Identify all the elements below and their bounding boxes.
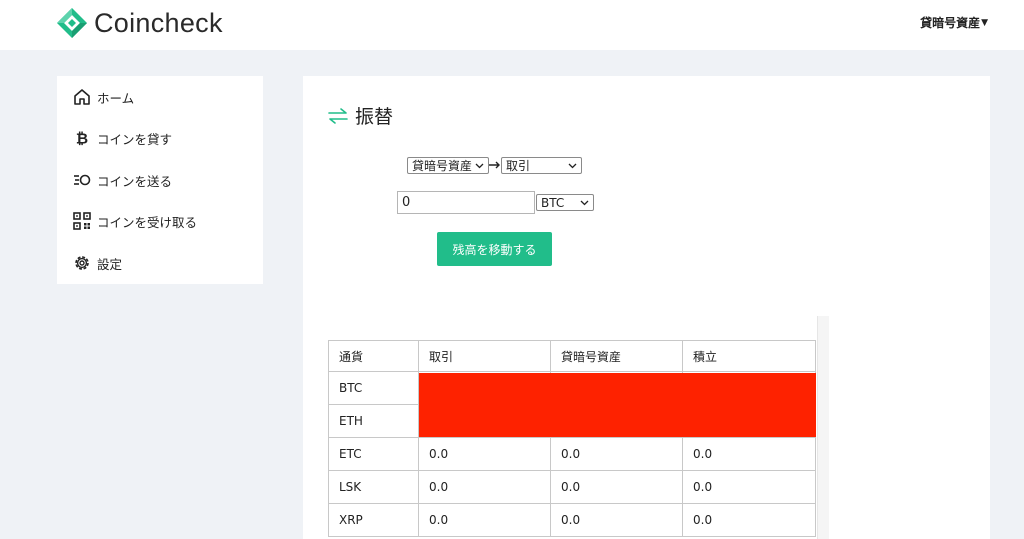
table-cell: LSK xyxy=(328,470,419,504)
column-header-trading: 取引 xyxy=(418,340,551,372)
send-icon xyxy=(72,170,92,190)
column-header-currency: 通貨 xyxy=(328,340,419,372)
arrow-right-icon xyxy=(489,161,500,169)
sidebar-item-lend[interactable]: ₿ コインを貸す xyxy=(72,126,172,150)
table-cell: 0.0 xyxy=(550,503,683,537)
column-header-lending: 貸暗号資産 xyxy=(550,340,683,372)
table-cell: 0.0 xyxy=(682,470,816,504)
sidebar-item-home[interactable]: ホーム xyxy=(72,85,134,109)
qr-code-icon xyxy=(72,211,92,231)
table-cell: 0.0 xyxy=(418,470,551,504)
table-row: LSK 0.0 0.0 0.0 xyxy=(328,470,816,504)
to-account-value: 取引 xyxy=(506,159,531,173)
chevron-down-icon xyxy=(580,200,589,206)
coincheck-logo[interactable]: Coincheck xyxy=(56,7,223,39)
move-balance-button[interactable]: 残高を移動する xyxy=(437,232,552,266)
sidebar-item-receive[interactable]: コインを受け取る xyxy=(72,209,197,233)
currency-select[interactable]: BTC xyxy=(536,194,594,211)
table-cell: ETH xyxy=(328,404,419,438)
coincheck-diamond-icon xyxy=(57,8,87,38)
table-cell: 0.0 xyxy=(550,437,683,471)
chevron-down-icon xyxy=(475,163,484,169)
redaction-overlay xyxy=(419,373,816,437)
table-cell: 0.0 xyxy=(682,503,816,537)
currency-value: BTC xyxy=(541,195,565,210)
logo-text: Coincheck xyxy=(94,7,223,38)
sidebar-item-label: ホーム xyxy=(97,90,135,106)
column-header-savings: 積立 xyxy=(682,340,816,372)
table-cell: 0.0 xyxy=(418,437,551,471)
home-icon xyxy=(72,87,92,107)
sidebar-item-label: コインを貸す xyxy=(97,131,173,147)
top-bar: Coincheck 貸暗号資産 ▼ xyxy=(0,0,1024,50)
from-account-value: 貸暗号資産 xyxy=(412,159,473,173)
balance-table: 通貨 取引 貸暗号資産 積立 BTC ETH ETC 0.0 0.0 0.0 L… xyxy=(328,340,816,537)
gear-icon xyxy=(72,253,92,273)
chevron-down-icon xyxy=(568,163,577,169)
bitcoin-icon: ₿ xyxy=(72,128,92,148)
table-cell: BTC xyxy=(328,371,419,405)
amount-input[interactable] xyxy=(397,191,535,214)
table-cell: 0.0 xyxy=(418,503,551,537)
sidebar-item-send[interactable]: コインを送る xyxy=(72,168,172,192)
sidebar-item-label: コインを送る xyxy=(97,173,173,189)
table-cell: XRP xyxy=(328,503,419,537)
table-header-row: 通貨 取引 貸暗号資産 積立 xyxy=(328,340,816,372)
to-account-select[interactable]: 取引 xyxy=(501,157,582,174)
table-row: XRP 0.0 0.0 0.0 xyxy=(328,503,816,537)
table-cell: 0.0 xyxy=(550,470,683,504)
sidebar: ホーム ₿ コインを貸す コインを送る コインを受け取る 設定 xyxy=(57,76,263,284)
table-cell: 0.0 xyxy=(682,437,816,471)
svg-text:₿: ₿ xyxy=(76,130,88,148)
page-title: 振替 xyxy=(355,106,394,128)
table-scrollbar[interactable] xyxy=(817,316,829,539)
from-account-select[interactable]: 貸暗号資産 xyxy=(407,157,489,174)
account-menu[interactable]: 貸暗号資産 ▼ xyxy=(920,14,988,31)
table-cell: ETC xyxy=(328,437,419,471)
transfer-arrows-icon xyxy=(328,107,348,124)
page-header: 振替 xyxy=(327,102,393,129)
sidebar-item-label: コインを受け取る xyxy=(97,214,198,230)
main-panel: 振替 貸暗号資産 取引 BTC 残高を移動する 通貨 取引 貸暗号資産 積立 B… xyxy=(303,76,990,539)
account-menu-label: 貸暗号資産 xyxy=(920,16,981,30)
sidebar-item-label: 設定 xyxy=(97,256,123,272)
caret-down-icon: ▼ xyxy=(981,17,988,28)
sidebar-item-settings[interactable]: 設定 xyxy=(72,251,122,275)
table-row: ETC 0.0 0.0 0.0 xyxy=(328,437,816,471)
